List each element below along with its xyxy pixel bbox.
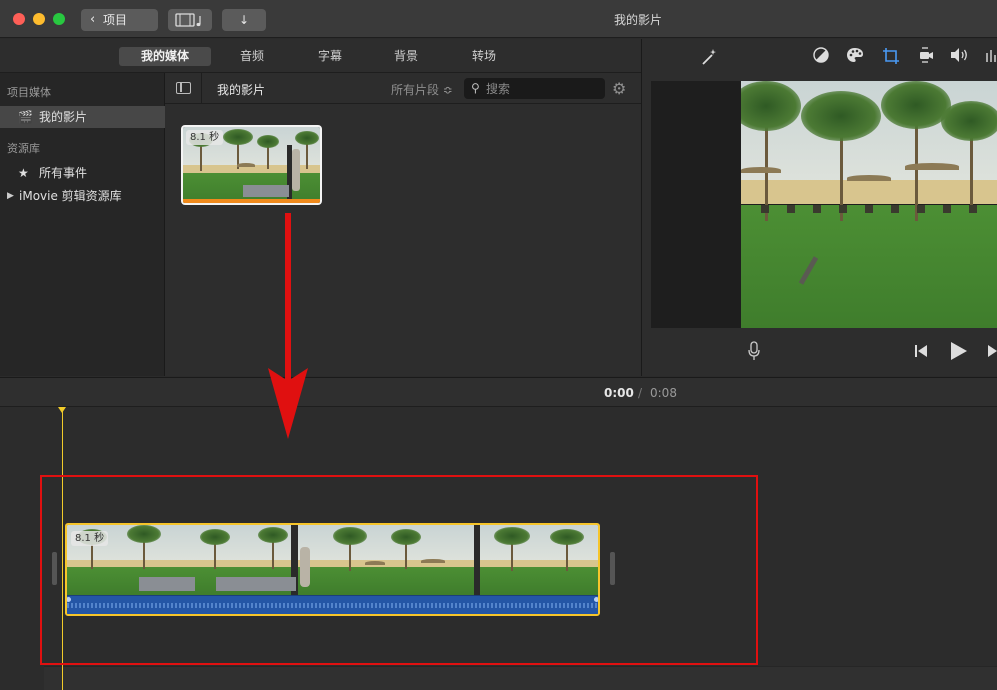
current-time: 0:00 [604,386,634,400]
tab-audio[interactable]: 音频 [226,47,278,66]
sidebar-item-my-movie[interactable]: 🎬 我的影片 [0,106,165,128]
toggle-sidebar-button[interactable] [165,73,202,104]
tab-transitions[interactable]: 转场 [458,47,510,66]
viewer [642,73,997,376]
sidebar-item-label: iMovie 剪辑资源库 [19,189,122,203]
star-icon: ★ [18,166,29,180]
sidebar-item-label: 所有事件 [39,166,88,180]
window-title: 我的影片 [613,13,662,27]
search-field[interactable]: ⚲ [464,78,605,99]
clip-duration-badge: 8.1 秒 [186,130,224,145]
color-correction-icon[interactable] [846,47,864,63]
browser-header: 我的影片 所有片段 ≎ ⚲ ⚙ [165,73,641,104]
sidebar-item-all-events[interactable]: ★ 所有事件 [0,162,165,184]
color-balance-icon[interactable] [813,47,829,63]
clip-filter-dropdown[interactable]: 所有片段 ≎ [391,81,453,98]
media-browser: 我的影片 所有片段 ≎ ⚲ ⚙ 8.1 秒 [165,73,641,376]
skip-to-start-icon[interactable] [914,344,928,358]
libraries-sidebar: 项目媒体 🎬 我的影片 资源库 ★ 所有事件 ▶ iMovie 剪辑资源库 [0,73,165,376]
viewer-frame-image [741,81,997,328]
imovie-window: ‹ 项目 ↓ 我的影片 我的媒体 音频 字幕 背景 转场 项目媒体 🎬 我的影片… [0,0,997,690]
sidebar-item-imovie-library[interactable]: ▶ iMovie 剪辑资源库 [0,185,165,207]
adjustments-bar [642,39,997,73]
playhead-marker[interactable] [58,407,66,413]
time-separator: / [638,386,643,400]
tab-titles[interactable]: 字幕 [304,47,356,66]
crop-icon[interactable] [882,47,900,65]
stabilization-icon[interactable] [918,47,934,63]
media-tabs: 我的媒体 音频 字幕 背景 转场 [0,39,641,73]
microphone-icon[interactable] [747,341,761,361]
search-icon: ⚲ [471,81,480,95]
clapperboard-icon: 🎬 [18,110,33,124]
tab-backgrounds[interactable]: 背景 [380,47,432,66]
sidebar-toggle-icon [176,82,191,94]
tab-my-media[interactable]: 我的媒体 [119,47,211,66]
browser-clip-thumbnail[interactable]: 8.1 秒 [181,125,322,205]
search-input[interactable] [486,80,598,97]
skip-forward-icon[interactable] [987,344,997,358]
sidebar-heading-libraries: 资源库 [7,142,40,155]
sidebar-heading-project-media: 项目媒体 [7,86,51,99]
clip-used-indicator [183,199,320,203]
sidebar-item-label: 我的影片 [39,110,88,124]
browser-title: 我的影片 [217,83,266,97]
annotation-highlight-box [40,475,758,665]
volume-icon[interactable] [949,47,969,63]
equalizer-icon[interactable] [985,47,997,63]
total-duration: 0:08 [650,386,677,400]
play-icon[interactable] [948,341,968,361]
title-bar: ‹ 项目 ↓ 我的影片 [0,0,997,38]
timeline-lower-track [44,666,997,690]
annotation-arrow [268,213,308,439]
gear-icon[interactable]: ⚙ [612,79,626,98]
disclosure-triangle-icon[interactable]: ▶ [7,185,14,207]
timeline-header: 0:00 / 0:08 [0,377,997,407]
magic-wand-icon[interactable] [698,47,718,67]
